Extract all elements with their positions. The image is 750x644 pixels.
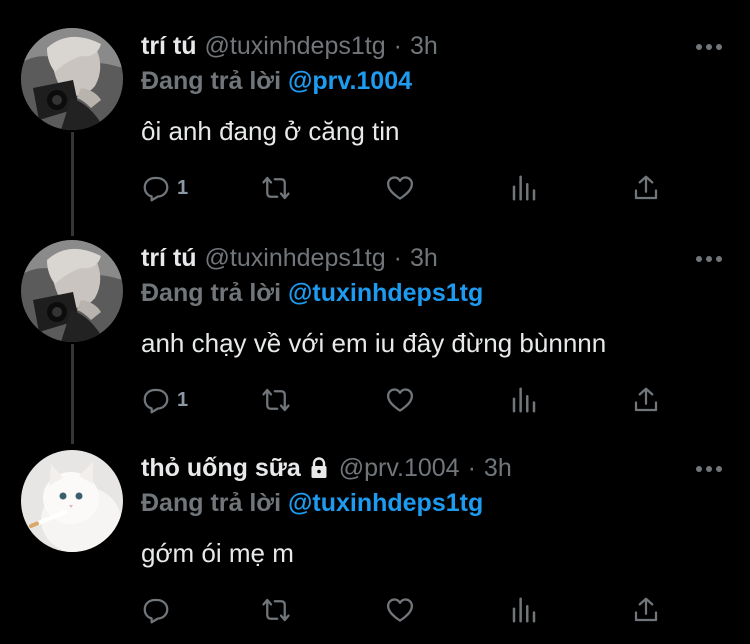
share-button[interactable]	[631, 384, 661, 416]
timestamp[interactable]: 3h	[410, 242, 438, 274]
share-icon	[634, 597, 658, 622]
user-handle[interactable]: @tuxinhdeps1tg	[205, 30, 386, 62]
analytics-icon	[512, 175, 536, 201]
display-name[interactable]: trí tú	[141, 242, 197, 274]
reply-icon	[143, 388, 169, 414]
heart-icon	[387, 598, 413, 622]
share-icon	[634, 175, 658, 200]
like-button[interactable]	[385, 384, 415, 416]
avatar[interactable]	[21, 240, 123, 342]
like-button[interactable]	[385, 594, 415, 626]
replying-to: Đang trả lời @tuxinhdeps1tg	[141, 487, 483, 519]
tweet[interactable]: trí tú @tuxinhdeps1tg · 3h Đang trả lời @…	[0, 212, 750, 430]
boy-with-camera-avatar-image	[21, 240, 123, 342]
reply-button[interactable]	[141, 594, 171, 626]
white-cat-avatar-image	[21, 450, 123, 552]
tweet-header: trí tú @tuxinhdeps1tg · 3h	[141, 242, 438, 274]
replying-to-label: Đang trả lời	[141, 489, 282, 517]
retweet-button[interactable]	[261, 384, 291, 416]
tweet-header: thỏ uống sữa @prv.1004 · 3h	[141, 452, 512, 484]
retweet-icon	[262, 176, 290, 200]
tweet-header: trí tú @tuxinhdeps1tg · 3h	[141, 30, 438, 62]
analytics-icon	[512, 597, 536, 623]
separator-dot: ·	[393, 244, 402, 272]
tweet-actions: 1	[141, 384, 671, 416]
retweet-button[interactable]	[261, 594, 291, 626]
more-icon[interactable]	[694, 254, 724, 264]
avatar[interactable]	[21, 450, 123, 552]
retweet-button[interactable]	[261, 172, 291, 204]
user-handle[interactable]: @tuxinhdeps1tg	[205, 242, 386, 274]
replying-to-label: Đang trả lời	[141, 279, 282, 307]
tweet-text: gớm ói mẹ m	[141, 538, 294, 568]
analytics-icon	[512, 387, 536, 413]
tweet-text: anh chạy về với em iu đây đừng bùnnnn	[141, 328, 607, 358]
reply-icon	[143, 176, 169, 202]
tweet[interactable]: trí tú @tuxinhdeps1tg · 3h Đang trả lời @…	[0, 0, 750, 218]
mention-link[interactable]: @tuxinhdeps1tg	[288, 489, 483, 517]
analytics-button[interactable]	[509, 594, 539, 626]
reply-count: 1	[177, 388, 189, 411]
share-icon	[634, 387, 658, 412]
tweet[interactable]: thỏ uống sữa @prv.1004 · 3h Đang trả lời…	[0, 422, 750, 644]
reply-icon	[143, 598, 169, 624]
tweet-actions: 1	[141, 172, 671, 204]
replying-to: Đang trả lời @prv.1004	[141, 65, 412, 97]
timestamp[interactable]: 3h	[484, 452, 512, 484]
more-icon[interactable]	[694, 42, 724, 52]
heart-icon	[387, 388, 413, 412]
display-name[interactable]: thỏ uống sữa	[141, 452, 301, 484]
reply-button[interactable]: 1	[141, 384, 188, 416]
separator-dot: ·	[467, 454, 476, 482]
user-handle[interactable]: @prv.1004	[339, 452, 460, 484]
mention-link[interactable]: @prv.1004	[288, 67, 412, 95]
display-name[interactable]: trí tú	[141, 30, 197, 62]
reply-count: 1	[177, 176, 189, 199]
mention-link[interactable]: @tuxinhdeps1tg	[288, 279, 483, 307]
retweet-icon	[262, 388, 290, 412]
share-button[interactable]	[631, 172, 661, 204]
share-button[interactable]	[631, 594, 661, 626]
tweet-actions	[141, 594, 671, 626]
avatar[interactable]	[21, 28, 123, 130]
lock-icon	[311, 457, 327, 478]
heart-icon	[387, 176, 413, 200]
analytics-button[interactable]	[509, 172, 539, 204]
reply-button[interactable]: 1	[141, 172, 188, 204]
timestamp[interactable]: 3h	[410, 30, 438, 62]
replying-to-label: Đang trả lời	[141, 67, 282, 95]
boy-with-camera-avatar-image	[21, 28, 123, 130]
replying-to: Đang trả lời @tuxinhdeps1tg	[141, 277, 483, 309]
more-icon[interactable]	[694, 464, 724, 474]
like-button[interactable]	[385, 172, 415, 204]
tweet-text: ôi anh đang ở căng tin	[141, 116, 400, 146]
separator-dot: ·	[393, 32, 402, 60]
retweet-icon	[262, 598, 290, 622]
analytics-button[interactable]	[509, 384, 539, 416]
